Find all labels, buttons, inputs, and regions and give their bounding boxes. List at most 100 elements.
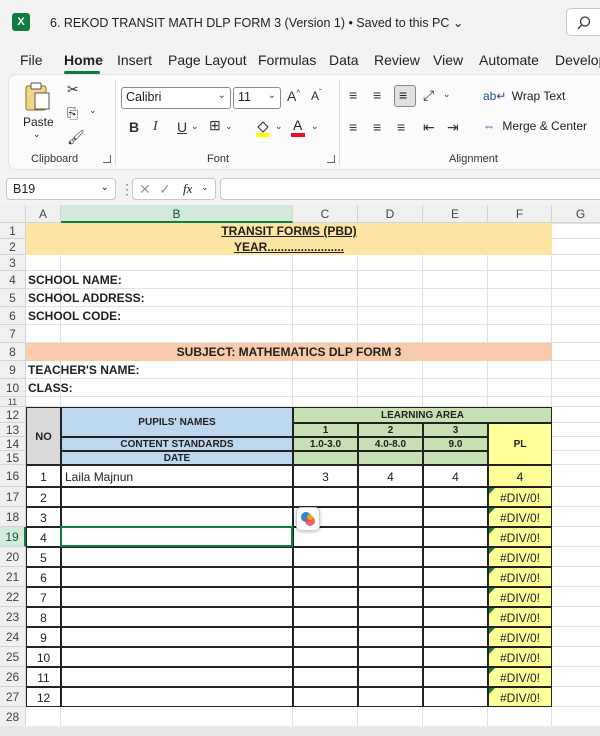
score-cell[interactable] (293, 587, 358, 607)
score-cell[interactable] (358, 527, 423, 547)
student-no[interactable]: 9 (26, 627, 61, 647)
italic-button[interactable]: I (153, 119, 158, 135)
row-header-14[interactable]: 14 (0, 437, 26, 451)
row-header-5[interactable]: 5 (0, 289, 26, 307)
column-header-a[interactable]: A (26, 205, 61, 223)
student-no[interactable]: 2 (26, 487, 61, 507)
tab-data[interactable]: Data (329, 52, 359, 68)
tab-developer[interactable]: Develop (555, 52, 600, 68)
sheet-tabs-bar[interactable] (0, 726, 600, 736)
row-header-6[interactable]: 6 (0, 307, 26, 325)
tab-page-layout[interactable]: Page Layout (168, 52, 247, 68)
align-middle-icon[interactable]: ≡ (373, 87, 381, 103)
chevron-down-icon[interactable]: ⌄ (191, 121, 199, 132)
merge-center-button[interactable]: ⇔ Merge & Center (483, 119, 600, 137)
pl-cell[interactable]: #DIV/0! (488, 567, 552, 587)
font-color-button[interactable]: A (291, 117, 307, 137)
student-name[interactable] (61, 487, 293, 507)
score-cell[interactable] (423, 667, 488, 687)
align-center-icon[interactable]: ≡ (373, 119, 381, 135)
copilot-button[interactable] (296, 507, 320, 531)
row-header-8[interactable]: 8 (0, 343, 26, 361)
copy-icon[interactable]: ⎘ (67, 105, 78, 122)
error-indicator-icon[interactable] (489, 568, 495, 574)
tab-insert[interactable]: Insert (117, 52, 152, 68)
tab-file[interactable]: File (20, 52, 43, 68)
enter-icon[interactable]: ✓ (159, 181, 171, 198)
chevron-down-icon[interactable]: ⌄ (311, 121, 319, 132)
clipboard-launcher-icon[interactable] (103, 155, 111, 163)
row-header-24[interactable]: 24 (0, 627, 26, 647)
error-indicator-icon[interactable] (489, 528, 495, 534)
row-header-7[interactable]: 7 (0, 325, 26, 343)
student-name[interactable] (61, 547, 293, 567)
cancel-icon[interactable]: ✕ (139, 181, 151, 198)
row-header-3[interactable]: 3 (0, 255, 26, 271)
column-header-f[interactable]: F (488, 205, 552, 223)
shrink-font-button[interactable]: Aˇ (311, 88, 322, 103)
increase-indent-icon[interactable]: ⇥ (447, 119, 459, 136)
date-cell[interactable] (358, 451, 423, 465)
score-cell[interactable] (358, 547, 423, 567)
row-header-27[interactable]: 27 (0, 687, 26, 707)
selected-cell[interactable] (60, 526, 293, 547)
row-header-23[interactable]: 23 (0, 607, 26, 627)
student-name[interactable] (61, 607, 293, 627)
score-cell[interactable] (358, 587, 423, 607)
row-header-19[interactable]: 19 (0, 527, 26, 547)
error-indicator-icon[interactable] (489, 668, 495, 674)
row-header-1[interactable]: 1 (0, 223, 26, 239)
student-no[interactable]: 3 (26, 507, 61, 527)
grow-font-button[interactable]: A^ (287, 88, 300, 104)
student-no[interactable]: 10 (26, 647, 61, 667)
score-cell[interactable] (358, 627, 423, 647)
chevron-down-icon[interactable]: ⌄ (275, 121, 283, 132)
row-header-2[interactable]: 2 (0, 239, 26, 255)
align-left-icon[interactable]: ≡ (349, 119, 357, 135)
font-size-select[interactable]: 11 ⌄ (233, 87, 281, 109)
score-cell[interactable] (293, 687, 358, 707)
score-cell[interactable] (293, 627, 358, 647)
formula-input[interactable] (220, 178, 600, 200)
score-cell[interactable] (358, 667, 423, 687)
error-indicator-icon[interactable] (489, 548, 495, 554)
pl-cell[interactable]: #DIV/0! (488, 587, 552, 607)
font-name-select[interactable]: Calibri ⌄ (121, 87, 231, 109)
score-cell[interactable] (293, 487, 358, 507)
row-header-25[interactable]: 25 (0, 647, 26, 667)
error-indicator-icon[interactable] (489, 648, 495, 654)
pl-cell[interactable]: #DIV/0! (488, 527, 552, 547)
orientation-icon[interactable]: ⤢ (423, 87, 434, 104)
pl-cell[interactable]: #DIV/0! (488, 607, 552, 627)
tab-formulas[interactable]: Formulas (258, 52, 316, 68)
borders-icon[interactable]: ⊞ (209, 117, 221, 134)
fill-color-button[interactable] (255, 119, 271, 137)
score-cell[interactable] (358, 687, 423, 707)
score-cell[interactable] (358, 567, 423, 587)
pl-cell[interactable]: #DIV/0! (488, 647, 552, 667)
font-launcher-icon[interactable] (327, 155, 335, 163)
score-cell[interactable] (293, 667, 358, 687)
align-top-icon[interactable]: ≡ (349, 87, 357, 103)
error-indicator-icon[interactable] (489, 688, 495, 694)
row-header-9[interactable]: 9 (0, 361, 26, 379)
tab-view[interactable]: View (433, 52, 463, 68)
score-cell[interactable] (423, 607, 488, 627)
worksheet-grid[interactable]: A B C D E F G 1 2 3 4 5 6 7 8 9 10 11 12 13 14 15 16 17 18 19 20 21… (0, 205, 600, 736)
tab-review[interactable]: Review (374, 52, 420, 68)
student-name[interactable]: Laila Majnun (61, 465, 293, 487)
document-title[interactable]: 6. REKOD TRANSIT MATH DLP FORM 3 (Versio… (50, 15, 463, 30)
score-cell[interactable]: 4 (423, 465, 488, 487)
score-cell[interactable] (423, 507, 488, 527)
score-cell[interactable] (423, 547, 488, 567)
error-indicator-icon[interactable] (489, 508, 495, 514)
row-header-20[interactable]: 20 (0, 547, 26, 567)
student-no[interactable]: 6 (26, 567, 61, 587)
search-button[interactable] (566, 8, 600, 36)
align-right-icon[interactable]: ≡ (397, 119, 405, 135)
row-header-12[interactable]: 12 (0, 407, 26, 423)
student-name[interactable] (61, 687, 293, 707)
score-cell[interactable]: 3 (293, 465, 358, 487)
date-cell[interactable] (293, 451, 358, 465)
column-header-g[interactable]: G (552, 205, 600, 223)
